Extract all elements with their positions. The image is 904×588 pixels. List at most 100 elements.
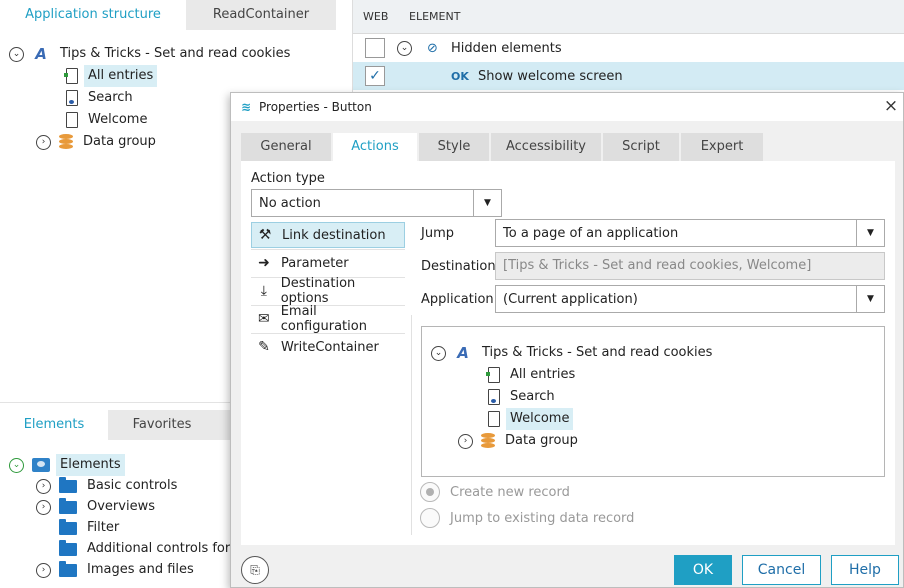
- folder-icon: [59, 539, 77, 556]
- tab-general[interactable]: General: [241, 133, 331, 161]
- action-parameter[interactable]: ➜ Parameter: [251, 250, 405, 276]
- page-tree-item-search[interactable]: Search: [488, 386, 559, 408]
- action-type-select[interactable]: No action ▼: [251, 189, 502, 217]
- tree-item-welcome[interactable]: Welcome: [66, 109, 151, 131]
- tab-script[interactable]: Script: [603, 133, 679, 161]
- tree-item-label: Search: [88, 90, 133, 105]
- elements-root-label: Elements: [56, 454, 125, 476]
- cancel-button[interactable]: Cancel: [742, 555, 821, 585]
- elements-item-label: Basic controls: [87, 478, 178, 493]
- tree-root-app[interactable]: ⌄ A Tips & Tricks - Set and read cookies: [9, 43, 294, 65]
- action-label: Parameter: [281, 255, 349, 271]
- arrow-right-icon: ➜: [258, 255, 270, 271]
- application-icon: A: [35, 45, 47, 63]
- elements-item-label: Filter: [87, 520, 120, 535]
- database-icon: [59, 134, 73, 150]
- action-label: Destination options: [280, 276, 356, 306]
- collapse-icon[interactable]: ⌄: [9, 457, 24, 473]
- grid-header: WEB ELEMENT: [353, 0, 904, 34]
- elements-item-filter[interactable]: Filter: [59, 517, 123, 539]
- radio-create-indicator[interactable]: [420, 482, 440, 502]
- pencil-icon: ✎: [258, 339, 270, 355]
- expand-icon[interactable]: ›: [458, 433, 473, 449]
- action-type-label: Action type: [251, 171, 325, 186]
- web-checkbox[interactable]: [365, 38, 385, 58]
- dialog-title: Properties - Button: [259, 100, 372, 114]
- page-tree-item-welcome[interactable]: Welcome: [488, 408, 574, 430]
- tab-style[interactable]: Style: [419, 133, 489, 161]
- tab-actions[interactable]: Actions: [333, 133, 417, 161]
- tab-favorites[interactable]: Favorites: [108, 410, 216, 440]
- page-tree: ⌄ A Tips & Tricks - Set and read cookies…: [421, 326, 885, 477]
- elements-folder-icon: [32, 458, 50, 472]
- tab-elements[interactable]: Elements: [0, 410, 108, 440]
- web-checkbox[interactable]: ✓: [365, 66, 385, 86]
- tab-accessibility[interactable]: Accessibility: [491, 133, 601, 161]
- expand-icon[interactable]: ›: [36, 499, 51, 515]
- page-icon: [64, 68, 78, 84]
- col-element[interactable]: ELEMENT: [409, 0, 460, 34]
- jump-value: To a page of an application: [503, 225, 679, 241]
- action-label: Link destination: [282, 227, 386, 243]
- grid-row-hidden-elements[interactable]: ⌄ ⊘ Hidden elements: [353, 34, 904, 62]
- page-tree-item-all-entries[interactable]: All entries: [486, 364, 579, 386]
- chevron-down-icon[interactable]: ▼: [856, 286, 884, 312]
- elements-item-basic-controls[interactable]: › Basic controls: [36, 475, 181, 497]
- radio-jump-existing[interactable]: Jump to existing data record: [420, 508, 634, 528]
- tab-expert[interactable]: Expert: [681, 133, 763, 161]
- chevron-down-icon[interactable]: ▼: [856, 220, 884, 246]
- page-icon: [66, 90, 78, 106]
- elements-item-label: Images and files: [87, 562, 194, 577]
- elements-item-overviews[interactable]: › Overviews: [36, 496, 159, 518]
- radio-jump-indicator[interactable]: [420, 508, 440, 528]
- tree-item-search[interactable]: Search: [66, 87, 137, 109]
- application-select[interactable]: (Current application) ▼: [495, 285, 885, 313]
- expand-icon[interactable]: ›: [36, 562, 51, 578]
- help-button[interactable]: Help: [831, 555, 899, 585]
- expand-icon[interactable]: ›: [36, 134, 51, 150]
- dialog-titlebar[interactable]: ≋ Properties - Button ×: [231, 93, 903, 121]
- tree-item-label: Welcome: [88, 112, 148, 127]
- page-tree-root-label: Tips & Tricks - Set and read cookies: [482, 345, 713, 360]
- chevron-down-icon[interactable]: ▼: [473, 190, 501, 216]
- action-writecontainer[interactable]: ✎ WriteContainer: [251, 334, 405, 360]
- elements-root[interactable]: ⌄ Elements: [9, 454, 125, 476]
- radio-create-new-record[interactable]: Create new record: [420, 482, 570, 502]
- jump-label: Jump: [421, 226, 454, 241]
- radio-jump-label: Jump to existing data record: [450, 510, 635, 526]
- elements-item-additional-controls[interactable]: Additional controls for c: [59, 538, 246, 560]
- elements-item-label: Additional controls for c: [87, 541, 242, 556]
- page-icon: [66, 112, 78, 128]
- grid-row-label: Show welcome screen: [478, 68, 623, 84]
- ok-button[interactable]: OK: [674, 555, 732, 585]
- jump-select[interactable]: To a page of an application ▼: [495, 219, 885, 247]
- destination-field: [Tips & Tricks - Set and read cookies, W…: [495, 252, 885, 280]
- action-label: WriteContainer: [281, 339, 379, 355]
- collapse-icon[interactable]: ⌄: [9, 46, 24, 62]
- action-link-destination[interactable]: ⚒ Link destination: [251, 222, 405, 248]
- tree-item-all-entries[interactable]: All entries: [64, 65, 158, 87]
- tab-application-structure[interactable]: Application structure: [0, 0, 186, 30]
- page-tree-item-data-group[interactable]: › Data group: [458, 430, 582, 452]
- preview-icon[interactable]: ⎘: [241, 556, 269, 584]
- elements-item-images-files[interactable]: › Images and files: [36, 559, 198, 581]
- collapse-icon[interactable]: ⌄: [431, 345, 446, 361]
- page-tree-root[interactable]: ⌄ A Tips & Tricks - Set and read cookies: [431, 342, 716, 364]
- expand-icon[interactable]: ›: [36, 478, 51, 494]
- tree-item-data-group[interactable]: › Data group: [36, 131, 160, 153]
- tree-item-label: Data group: [83, 134, 156, 149]
- action-destination-options[interactable]: ⤓ Destination options: [251, 276, 405, 306]
- element-grid: WEB ELEMENT ⌄ ⊘ Hidden elements ✓ OK Sho…: [352, 0, 904, 95]
- page-icon: [488, 411, 500, 427]
- page-tree-item-label: Search: [510, 389, 555, 404]
- tab-readcontainer[interactable]: ReadContainer: [186, 0, 336, 30]
- application-label: Application: [421, 292, 494, 307]
- col-web[interactable]: WEB: [363, 0, 388, 34]
- elements-item-label: Overviews: [87, 499, 155, 514]
- grid-row-show-welcome[interactable]: ✓ OK Show welcome screen: [353, 62, 904, 90]
- action-email-configuration[interactable]: ✉ Email configuration: [251, 304, 405, 334]
- action-type-value: No action: [259, 195, 321, 211]
- close-icon[interactable]: ×: [881, 96, 901, 116]
- collapse-icon[interactable]: ⌄: [397, 40, 412, 56]
- app-logo-icon: ≋: [241, 100, 252, 114]
